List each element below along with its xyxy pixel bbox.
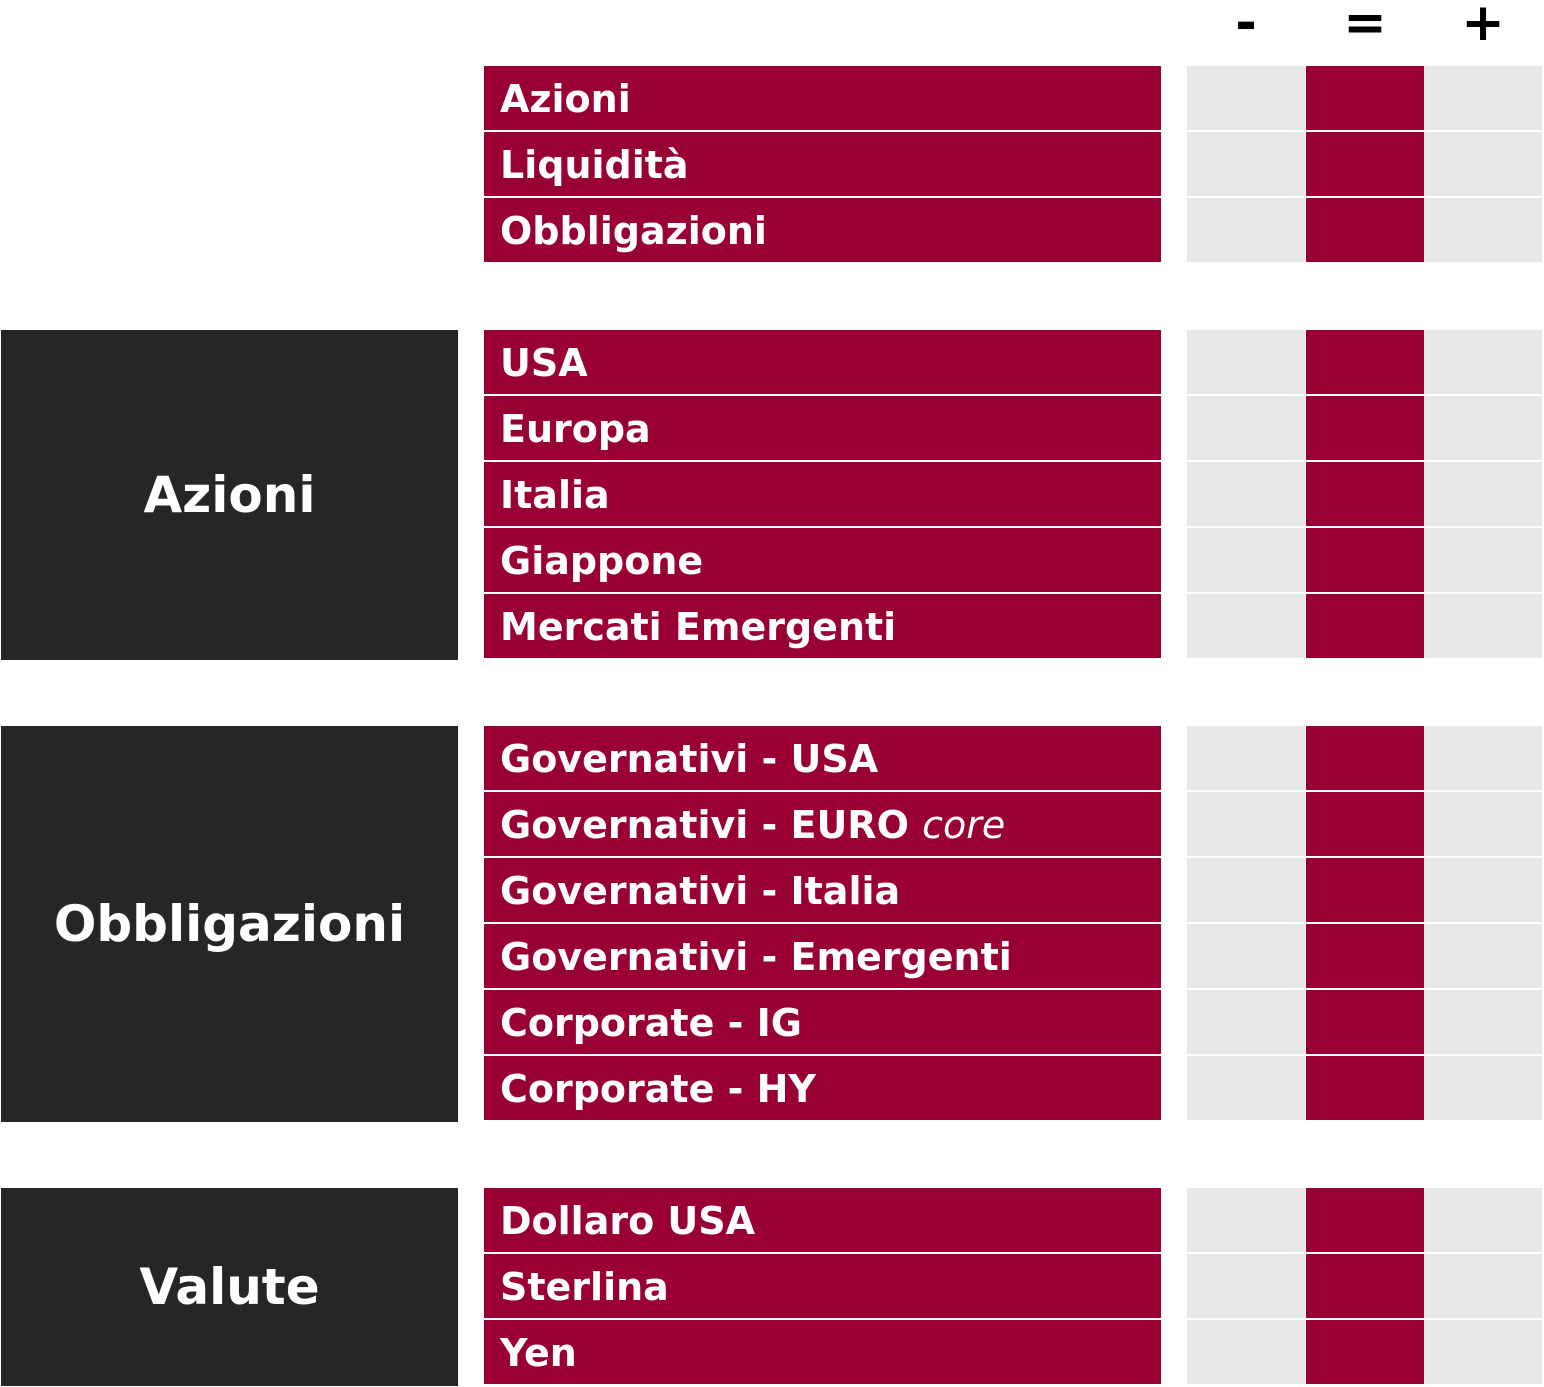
- view-cell-minus: [1187, 792, 1305, 856]
- view-cell-minus: [1187, 198, 1305, 262]
- header-plus: +: [1461, 0, 1505, 53]
- row-label-corporate-hy: Corporate - HY: [484, 1056, 1161, 1120]
- row-label-governativi-usa: Governativi - USA: [484, 726, 1161, 790]
- view-cell-equal: [1306, 528, 1424, 592]
- view-cell-plus: [1424, 594, 1542, 658]
- view-cell-plus: [1424, 1188, 1542, 1252]
- view-cell-plus: [1424, 528, 1542, 592]
- view-cell-equal: [1306, 132, 1424, 196]
- view-cell-plus: [1424, 924, 1542, 988]
- row-label-dollaro-usa: Dollaro USA: [484, 1188, 1161, 1252]
- view-cell-equal: [1306, 726, 1424, 790]
- view-cell-minus: [1187, 528, 1305, 592]
- view-cell-minus: [1187, 1254, 1305, 1318]
- view-cell-plus: [1424, 396, 1542, 460]
- header-minus: -: [1235, 0, 1257, 53]
- view-cell-equal: [1306, 990, 1424, 1054]
- row-label-sterlina: Sterlina: [484, 1254, 1161, 1318]
- view-cell-minus: [1187, 396, 1305, 460]
- view-cell-plus: [1424, 198, 1542, 262]
- row-label-governativi-euro-text: Governativi - EURO: [500, 803, 909, 847]
- view-cell-equal: [1306, 924, 1424, 988]
- row-label-usa: USA: [484, 330, 1161, 394]
- row-label-mercati-emergenti: Mercati Emergenti: [484, 594, 1161, 658]
- view-cell-equal: [1306, 1188, 1424, 1252]
- row-label-giappone: Giappone: [484, 528, 1161, 592]
- row-label-obbligazioni: Obbligazioni: [484, 198, 1161, 262]
- group-label-azioni: Azioni: [1, 330, 458, 660]
- view-cell-equal: [1306, 858, 1424, 922]
- view-cell-minus: [1187, 1056, 1305, 1120]
- view-cell-plus: [1424, 1254, 1542, 1318]
- view-cell-minus: [1187, 924, 1305, 988]
- row-label-corporate-ig: Corporate - IG: [484, 990, 1161, 1054]
- group-label-valute: Valute: [1, 1188, 458, 1386]
- view-cell-equal: [1306, 396, 1424, 460]
- view-cell-plus: [1424, 792, 1542, 856]
- view-cell-plus: [1424, 990, 1542, 1054]
- view-cell-plus: [1424, 462, 1542, 526]
- view-cell-plus: [1424, 330, 1542, 394]
- row-label-yen: Yen: [484, 1320, 1161, 1384]
- view-cell-plus: [1424, 726, 1542, 790]
- view-cell-equal: [1306, 66, 1424, 130]
- group-label-obbligazioni: Obbligazioni: [1, 726, 458, 1122]
- view-cell-minus: [1187, 1188, 1305, 1252]
- view-cell-plus: [1424, 858, 1542, 922]
- view-cell-equal: [1306, 1056, 1424, 1120]
- view-cell-equal: [1306, 462, 1424, 526]
- view-cell-minus: [1187, 1320, 1305, 1384]
- row-label-governativi-euro-core: Governativi - EURO core: [484, 792, 1161, 856]
- row-label-governativi-italia: Governativi - Italia: [484, 858, 1161, 922]
- row-label-liquidita: Liquidità: [484, 132, 1161, 196]
- view-cell-plus: [1424, 1320, 1542, 1384]
- view-cell-minus: [1187, 594, 1305, 658]
- view-cell-equal: [1306, 1320, 1424, 1384]
- view-cell-minus: [1187, 66, 1305, 130]
- view-cell-plus: [1424, 66, 1542, 130]
- view-cell-equal: [1306, 792, 1424, 856]
- row-label-core-italic: core: [922, 803, 1006, 847]
- view-cell-minus: [1187, 330, 1305, 394]
- row-label-governativi-emergenti: Governativi - Emergenti: [484, 924, 1161, 988]
- row-label-europa: Europa: [484, 396, 1161, 460]
- view-cell-equal: [1306, 330, 1424, 394]
- view-cell-equal: [1306, 594, 1424, 658]
- view-cell-minus: [1187, 726, 1305, 790]
- view-cell-plus: [1424, 132, 1542, 196]
- view-cell-minus: [1187, 462, 1305, 526]
- row-label-azioni: Azioni: [484, 66, 1161, 130]
- header-equal: =: [1343, 0, 1387, 53]
- view-cell-equal: [1306, 1254, 1424, 1318]
- view-cell-equal: [1306, 198, 1424, 262]
- row-label-italia: Italia: [484, 462, 1161, 526]
- view-cell-plus: [1424, 1056, 1542, 1120]
- view-cell-minus: [1187, 990, 1305, 1054]
- view-cell-minus: [1187, 132, 1305, 196]
- view-cell-minus: [1187, 858, 1305, 922]
